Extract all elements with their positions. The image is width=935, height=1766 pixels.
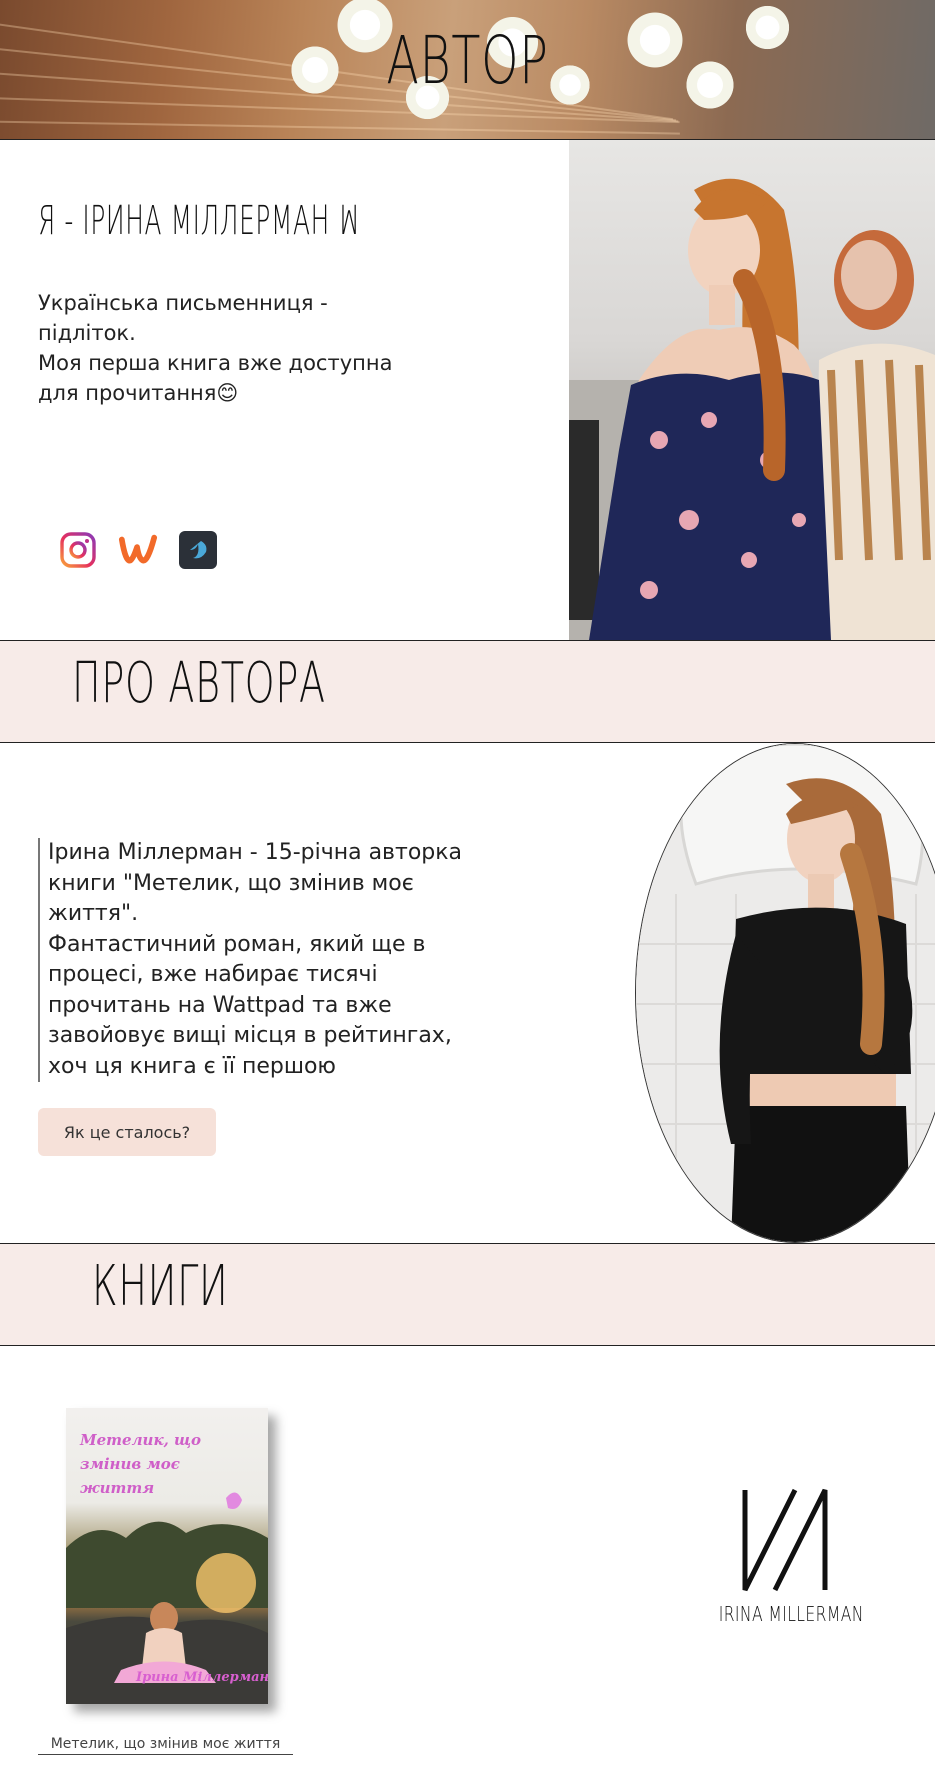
book-cover[interactable]: Метелик, що змінив моє життя Ірина Мілле… <box>66 1408 268 1704</box>
about-line: прочитань на Wattpad та вже <box>48 992 392 1018</box>
about-line: процесі, вже набирає тисячі <box>48 962 378 987</box>
about-line: завойовує вищі місця в рейтингах, <box>48 1023 452 1048</box>
author-portrait <box>635 743 935 1243</box>
wattpad-icon[interactable] <box>118 530 158 570</box>
intro-heading: Я - ІРИНА МІЛЛЕРМАН ꟽ <box>38 198 361 244</box>
logo-text: IRINA MILLERMAN <box>718 1602 864 1626</box>
about-line: Фантастичний роман, який ще в <box>48 931 426 957</box>
how-it-happened-button[interactable]: Як це сталось? <box>38 1108 216 1156</box>
intro-line: Українська письменниця - <box>38 291 328 315</box>
books-title: КНИГИ <box>92 1254 229 1319</box>
instagram-icon[interactable] <box>58 530 98 570</box>
book-cover-author: Ірина Міллерман <box>136 1670 268 1685</box>
about-line: книги "Метелик, що змінив моє <box>48 870 414 896</box>
page-title: АВТОР <box>386 22 549 99</box>
about-section: Ірина Міллерман - 15-річна авторка книги… <box>38 838 508 1082</box>
book-cover-title: Метелик, що змінив моє життя <box>80 1431 202 1497</box>
books-band: КНИГИ <box>0 1243 935 1346</box>
intro-line: підліток. <box>38 321 136 345</box>
author-logo: IRINA MILLERMAN <box>700 1480 870 1630</box>
about-description: Ірина Міллерман - 15-річна авторка книги… <box>48 838 508 1082</box>
social-links <box>58 530 218 570</box>
about-line: життя". <box>48 901 139 926</box>
about-line: хоч ця книга є її першою <box>48 1053 336 1079</box>
book-link[interactable]: Метелик, що змінив моє життя <box>38 1736 293 1755</box>
intro-section: Я - ІРИНА МІЛЛЕРМАН ꟽ Українська письмен… <box>38 140 558 640</box>
author-photo <box>569 140 935 640</box>
intro-line: для прочитання😊 <box>38 381 239 405</box>
hero-banner: АВТОР <box>0 0 935 140</box>
about-band: ПРО АВТОРА <box>0 640 935 743</box>
intro-line: Моя перша книга вже доступна <box>38 351 393 375</box>
telegraph-icon[interactable] <box>178 530 218 570</box>
monogram-icon <box>742 1488 828 1592</box>
about-title: ПРО АВТОРА <box>72 651 326 716</box>
intro-description: Українська письменниця - підліток. Моя п… <box>38 288 438 408</box>
about-line: Ірина Міллерман - 15-річна авторка <box>48 840 463 865</box>
